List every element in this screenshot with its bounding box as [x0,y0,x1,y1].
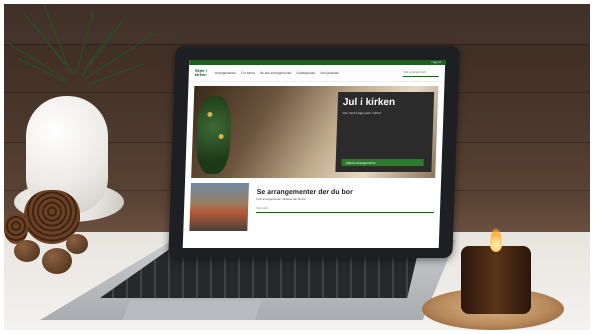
hero-banner: Jul i kirken Vær med å lage julen i kirk… [191,86,439,178]
nut [14,240,40,262]
nav-item[interactable]: Om tjenesten [320,71,339,75]
events-body: Se arrangementer der du bor Finn arrange… [247,183,435,231]
nut [66,234,88,254]
site-logo[interactable]: Skjer i kirken [195,68,215,77]
login-link[interactable]: Logg inn [432,61,442,64]
events-text: Finn arrangementer i kirkene der du bor [256,197,306,201]
topbar-link[interactable]: Kontakt oss [214,65,227,68]
laptop-trackpad [122,300,262,320]
location-input[interactable]: Søk sted [255,205,435,213]
events-title: Se arrangementer der du bor [256,189,353,196]
city-image [189,183,249,231]
hero-title: Jul i kirken [342,97,396,108]
topbar-link[interactable]: Om Kirkebakken [231,65,250,68]
events-section: Se arrangementer der du bor Finn arrange… [189,183,435,231]
nav-item[interactable]: Gudstjeneste [296,71,315,75]
nav-item[interactable]: For barna [241,71,255,75]
photo: Tilgjengelighet Kontakt oss Om Kirkebakk… [4,4,590,330]
hero-text: Vær med å lage julen i kirken [342,111,382,115]
laptop-screen: Tilgjengelighet Kontakt oss Om Kirkebakk… [182,60,446,248]
nav-item[interactable]: Arrangementer [215,71,236,75]
search-input[interactable]: Søk arrangement [402,69,439,77]
christmas-tree-image [195,96,233,174]
candle-jar [461,246,531,314]
hero-card: Jul i kirken Vær med å lage julen i kirk… [335,92,435,172]
nut [42,248,72,274]
nav-item[interactable]: Se alle arrangementer [260,71,292,75]
explore-button[interactable]: Utforsk arrangementer [341,159,424,166]
